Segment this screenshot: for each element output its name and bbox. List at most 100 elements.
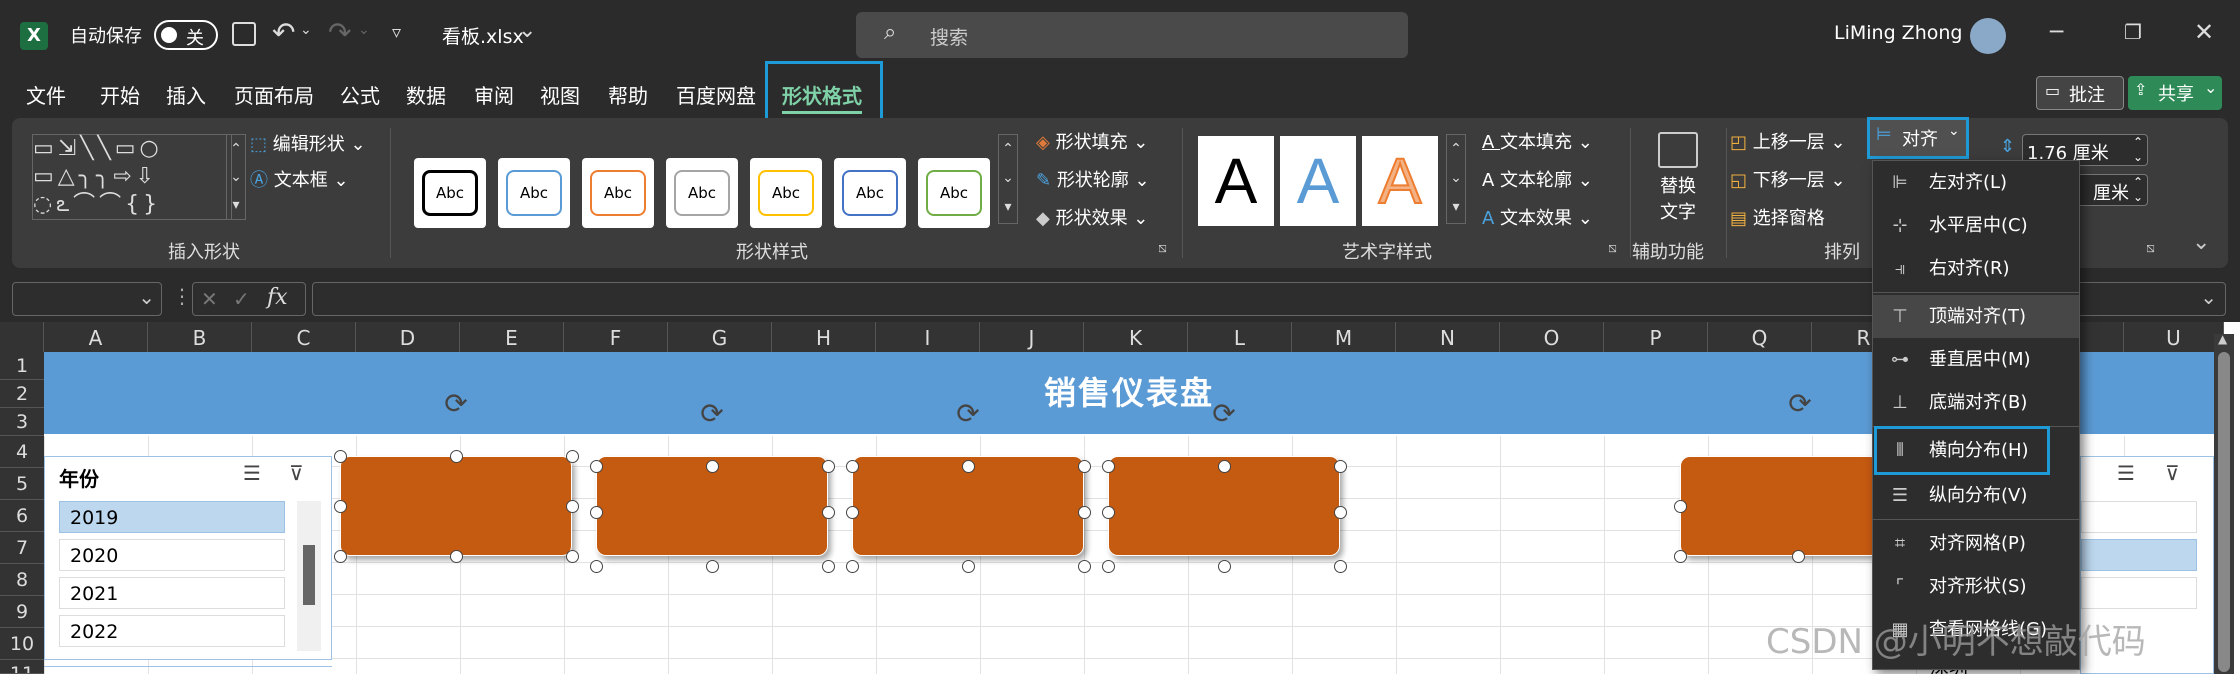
text-fill-button[interactable]: A 文本填充 ⌄: [1482, 128, 1593, 154]
rotate-handle-icon[interactable]: ⟳: [442, 390, 470, 418]
city-item[interactable]: [2081, 577, 2197, 609]
resize-handle[interactable]: [822, 560, 835, 573]
tab-page-layout[interactable]: 页面布局: [234, 80, 314, 109]
row-header[interactable]: 3: [0, 408, 44, 436]
share-button[interactable]: ⇪ 共享 ⌄: [2128, 76, 2222, 110]
shape-outline-button[interactable]: ✎ 形状轮廓 ⌄: [1036, 166, 1150, 192]
menu-item-align-bottom[interactable]: ⊥ 底端对齐(B): [1873, 381, 2079, 424]
tab-review[interactable]: 审阅: [474, 80, 514, 109]
resize-handle[interactable]: [1102, 560, 1115, 573]
tab-formulas[interactable]: 公式: [340, 80, 380, 109]
column-header[interactable]: E: [460, 322, 564, 352]
save-icon[interactable]: [232, 22, 256, 46]
scroll-thumb[interactable]: [2218, 352, 2230, 672]
filename-chevron-icon[interactable]: ⌄: [518, 18, 536, 43]
insert-function-icon[interactable]: fx: [267, 285, 288, 310]
resize-handle[interactable]: [334, 450, 347, 463]
slicer-scrollbar[interactable]: [297, 501, 321, 651]
send-backward-button[interactable]: ◱ 下移一层 ⌄: [1730, 166, 1846, 192]
resize-handle[interactable]: [962, 460, 975, 473]
column-header[interactable]: H: [772, 322, 876, 352]
resize-handle[interactable]: [1102, 460, 1115, 473]
resize-handle[interactable]: [1792, 550, 1805, 563]
column-header[interactable]: K: [1084, 322, 1188, 352]
resize-handle[interactable]: [1078, 506, 1091, 519]
kpi-shape-1[interactable]: [340, 456, 572, 556]
resize-handle[interactable]: [1078, 460, 1091, 473]
shape-style-7[interactable]: Abc: [918, 158, 990, 228]
city-item[interactable]: [2081, 539, 2197, 571]
row-header[interactable]: 8: [0, 564, 44, 596]
row-header[interactable]: 11: [0, 660, 44, 674]
user-name[interactable]: LiMing Zhong: [1834, 22, 1962, 44]
resize-handle[interactable]: [334, 500, 347, 513]
cancel-icon[interactable]: ✕: [201, 287, 218, 311]
slicer-scroll-thumb[interactable]: [303, 545, 315, 605]
resize-handle[interactable]: [1218, 560, 1231, 573]
rotate-handle-icon[interactable]: ⟳: [698, 400, 726, 428]
row-header[interactable]: 2: [0, 380, 44, 408]
column-header[interactable]: L: [1188, 322, 1292, 352]
tab-view[interactable]: 视图: [540, 80, 580, 109]
resize-handle[interactable]: [334, 550, 347, 563]
ribbon-collapse-icon[interactable]: ⌄: [2192, 230, 2210, 255]
row-header[interactable]: 4: [0, 436, 44, 468]
menu-item-distribute-vertically[interactable]: ☰ 纵向分布(V): [1873, 474, 2079, 517]
shape-gallery-scroll[interactable]: ⌃ ⌄ ▾: [226, 134, 246, 220]
resize-handle[interactable]: [1102, 506, 1115, 519]
resize-handle[interactable]: [1674, 500, 1687, 513]
slicer-item[interactable]: 2021: [59, 577, 285, 609]
column-header[interactable]: D: [356, 322, 460, 352]
text-outline-button[interactable]: A 文本轮廓 ⌄: [1482, 166, 1593, 192]
resize-handle[interactable]: [566, 450, 579, 463]
resize-handle[interactable]: [566, 500, 579, 513]
redo-dropdown-icon[interactable]: ⌄: [358, 22, 370, 38]
resize-handle[interactable]: [1218, 460, 1231, 473]
shape-style-1[interactable]: Abc: [414, 158, 486, 228]
menu-item-align-right[interactable]: ⫣ 右对齐(R): [1873, 247, 2079, 290]
shape-style-5[interactable]: Abc: [750, 158, 822, 228]
menu-item-align-middle[interactable]: ⊶ 垂直居中(M): [1873, 338, 2079, 381]
selection-pane-button[interactable]: ▤ 选择窗格: [1730, 204, 1825, 230]
art-style-scroll[interactable]: ⌃ ⌄ ▾: [1446, 134, 1466, 224]
column-header[interactable]: M: [1292, 322, 1396, 352]
resize-handle[interactable]: [590, 560, 603, 573]
art-style-2[interactable]: A: [1280, 136, 1356, 226]
kpi-shape-5[interactable]: [1680, 456, 1880, 556]
tab-baidu-netdisk[interactable]: 百度网盘: [676, 80, 756, 109]
vertical-scrollbar[interactable]: ▲: [2214, 332, 2234, 674]
menu-item-snap-to-shape[interactable]: ⌜ 对齐形状(S): [1873, 565, 2079, 608]
rotate-handle-icon[interactable]: ⟳: [954, 400, 982, 428]
resize-handle[interactable]: [1674, 550, 1687, 563]
size-dialog-launcher-icon[interactable]: ⧅: [2146, 240, 2155, 256]
shape-style-2[interactable]: Abc: [498, 158, 570, 228]
city-item[interactable]: [2081, 501, 2197, 533]
slicer-item[interactable]: 2019: [59, 501, 285, 533]
row-header[interactable]: 6: [0, 500, 44, 532]
clear-filter-icon[interactable]: ⊽: [289, 461, 304, 485]
resize-handle[interactable]: [822, 506, 835, 519]
tab-insert[interactable]: 插入: [166, 80, 206, 109]
resize-handle[interactable]: [1078, 560, 1091, 573]
rotate-handle-icon[interactable]: ⟳: [1786, 390, 1814, 418]
customize-toolbar-icon[interactable]: ▿: [392, 22, 401, 43]
resize-handle[interactable]: [1334, 560, 1347, 573]
column-header[interactable]: I: [876, 322, 980, 352]
column-header[interactable]: O: [1500, 322, 1604, 352]
shape-style-3[interactable]: Abc: [582, 158, 654, 228]
row-header[interactable]: 5: [0, 468, 44, 500]
tab-file[interactable]: 文件: [26, 80, 66, 109]
year-slicer[interactable]: 年份 ☰ ⊽ 2019 2020 2021 2022: [44, 456, 332, 660]
slicer-item[interactable]: 2022: [59, 615, 285, 647]
menu-item-align-top[interactable]: ⊤ 顶端对齐(T): [1873, 295, 2079, 338]
menu-item-align-left[interactable]: ⊫ 左对齐(L): [1873, 161, 2079, 204]
autosave-toggle[interactable]: 关: [154, 20, 218, 50]
height-spinner-icon[interactable]: ⌃ ⌄: [2133, 135, 2143, 165]
city-clear-filter-icon[interactable]: ⊽: [2165, 461, 2180, 485]
tab-home[interactable]: 开始: [100, 80, 140, 109]
menu-item-snap-to-grid[interactable]: ⌗ 对齐网格(P): [1873, 522, 2079, 565]
text-box-button[interactable]: Ⓐ 文本框 ⌄: [250, 166, 349, 192]
resize-handle[interactable]: [590, 506, 603, 519]
resize-handle[interactable]: [846, 560, 859, 573]
resize-handle[interactable]: [846, 460, 859, 473]
